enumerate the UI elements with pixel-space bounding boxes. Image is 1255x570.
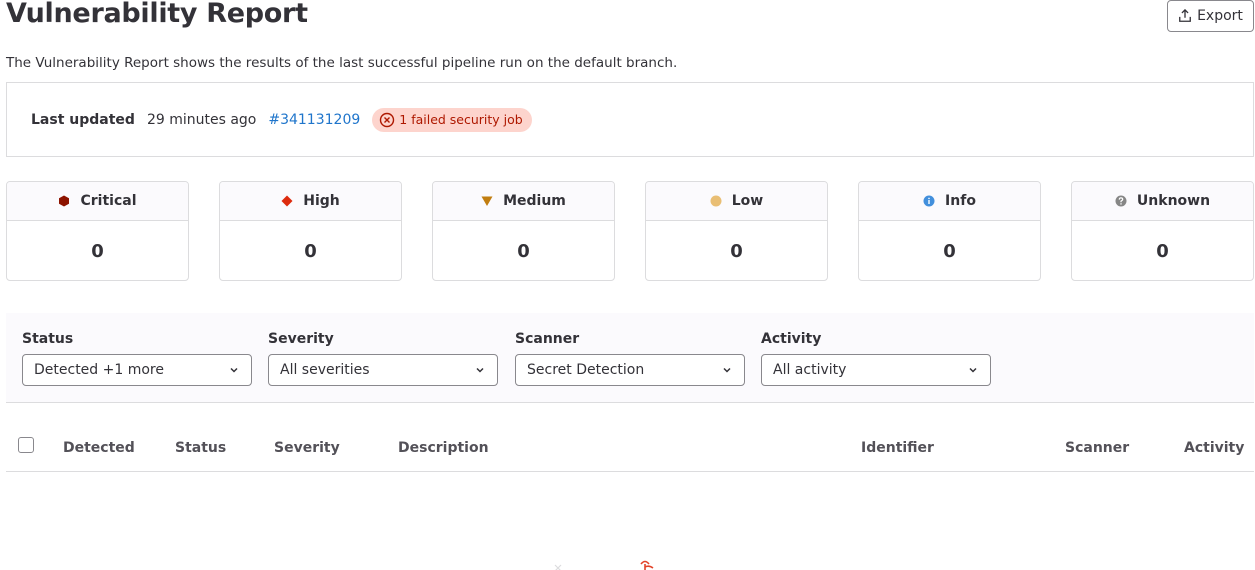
unknown-question-icon: [1115, 195, 1127, 207]
column-scanner: Scanner: [1065, 440, 1130, 456]
severity-filter-label: Severity: [268, 331, 334, 347]
status-filter: Status Detected +1 more: [22, 331, 252, 386]
high-diamond-icon: [281, 195, 293, 207]
export-button[interactable]: Export: [1167, 0, 1254, 32]
severity-label: High: [303, 193, 340, 209]
column-description: Description: [398, 440, 489, 456]
severity-label: Info: [945, 193, 976, 209]
export-label: Export: [1197, 8, 1243, 24]
severity-card-low: Low 0: [645, 181, 828, 281]
severity-card-medium: Medium 0: [432, 181, 615, 281]
severity-label: Unknown: [1136, 193, 1211, 209]
chevron-down-icon: [230, 367, 238, 373]
column-severity[interactable]: Severity: [274, 440, 340, 456]
vulnerability-table-header: Detected Status Severity Description Ide…: [6, 426, 1254, 472]
scanner-filter-label: Scanner: [515, 331, 580, 347]
failed-jobs-badge[interactable]: 1 failed security job: [372, 107, 532, 132]
chevron-down-icon: [723, 367, 731, 373]
pipeline-status-box: Last updated 29 minutes ago #341131209 1…: [6, 82, 1254, 157]
export-icon: [1179, 9, 1191, 22]
pipeline-link[interactable]: #341131209: [268, 112, 360, 128]
page-title: Vulnerability Report: [6, 0, 308, 29]
severity-count: 0: [943, 240, 956, 262]
severity-filter: Severity All severities: [268, 331, 498, 386]
column-status[interactable]: Status: [175, 440, 226, 456]
status-dropdown-value: Detected +1 more: [34, 362, 164, 378]
severity-label: Low: [731, 193, 764, 209]
scanner-dropdown[interactable]: Secret Detection: [515, 354, 745, 386]
failed-badge-label: 1 failed security job: [399, 112, 523, 127]
column-detected[interactable]: Detected: [63, 440, 135, 456]
scanner-dropdown-value: Secret Detection: [527, 362, 645, 378]
severity-card-high: High 0: [219, 181, 402, 281]
info-circle-icon: [923, 195, 935, 207]
severity-count: 0: [517, 240, 530, 262]
activity-filter-label: Activity: [761, 331, 822, 347]
chevron-down-icon: [476, 367, 484, 373]
medium-triangle-icon: [481, 196, 493, 206]
low-circle-icon: [710, 195, 722, 207]
select-all-checkbox[interactable]: [18, 437, 34, 453]
severity-card-unknown: Unknown 0: [1071, 181, 1254, 281]
severity-dropdown-value: All severities: [280, 362, 370, 378]
status-dropdown[interactable]: Detected +1 more: [22, 354, 252, 386]
severity-count: 0: [730, 240, 743, 262]
filter-bar: Status Detected +1 more Severity All sev…: [6, 313, 1254, 403]
severity-card-critical: Critical 0: [6, 181, 189, 281]
status-filter-label: Status: [22, 331, 74, 347]
critical-hexagon-icon: [59, 195, 70, 207]
last-updated-label: Last updated: [31, 111, 135, 128]
chevron-down-icon: [969, 367, 977, 373]
severity-count: 0: [91, 240, 104, 262]
activity-filter: Activity All activity: [761, 331, 991, 386]
time-ago: 29 minutes ago: [146, 111, 257, 128]
severity-card-info: Info 0: [858, 181, 1041, 281]
severity-dropdown[interactable]: All severities: [268, 354, 498, 386]
severity-label: Medium: [503, 193, 566, 209]
severity-count: 0: [304, 240, 317, 262]
activity-dropdown[interactable]: All activity: [761, 354, 991, 386]
error-circle-icon: [380, 112, 395, 127]
scanner-filter: Scanner Secret Detection: [515, 331, 745, 386]
severity-count: 0: [1156, 240, 1169, 262]
severity-label: Critical: [80, 193, 137, 209]
column-identifier: Identifier: [861, 440, 934, 456]
column-activity: Activity: [1184, 440, 1245, 456]
activity-dropdown-value: All activity: [773, 362, 847, 378]
empty-state-illustration: [554, 560, 654, 570]
report-description: The Vulnerability Report shows the resul…: [6, 55, 678, 71]
